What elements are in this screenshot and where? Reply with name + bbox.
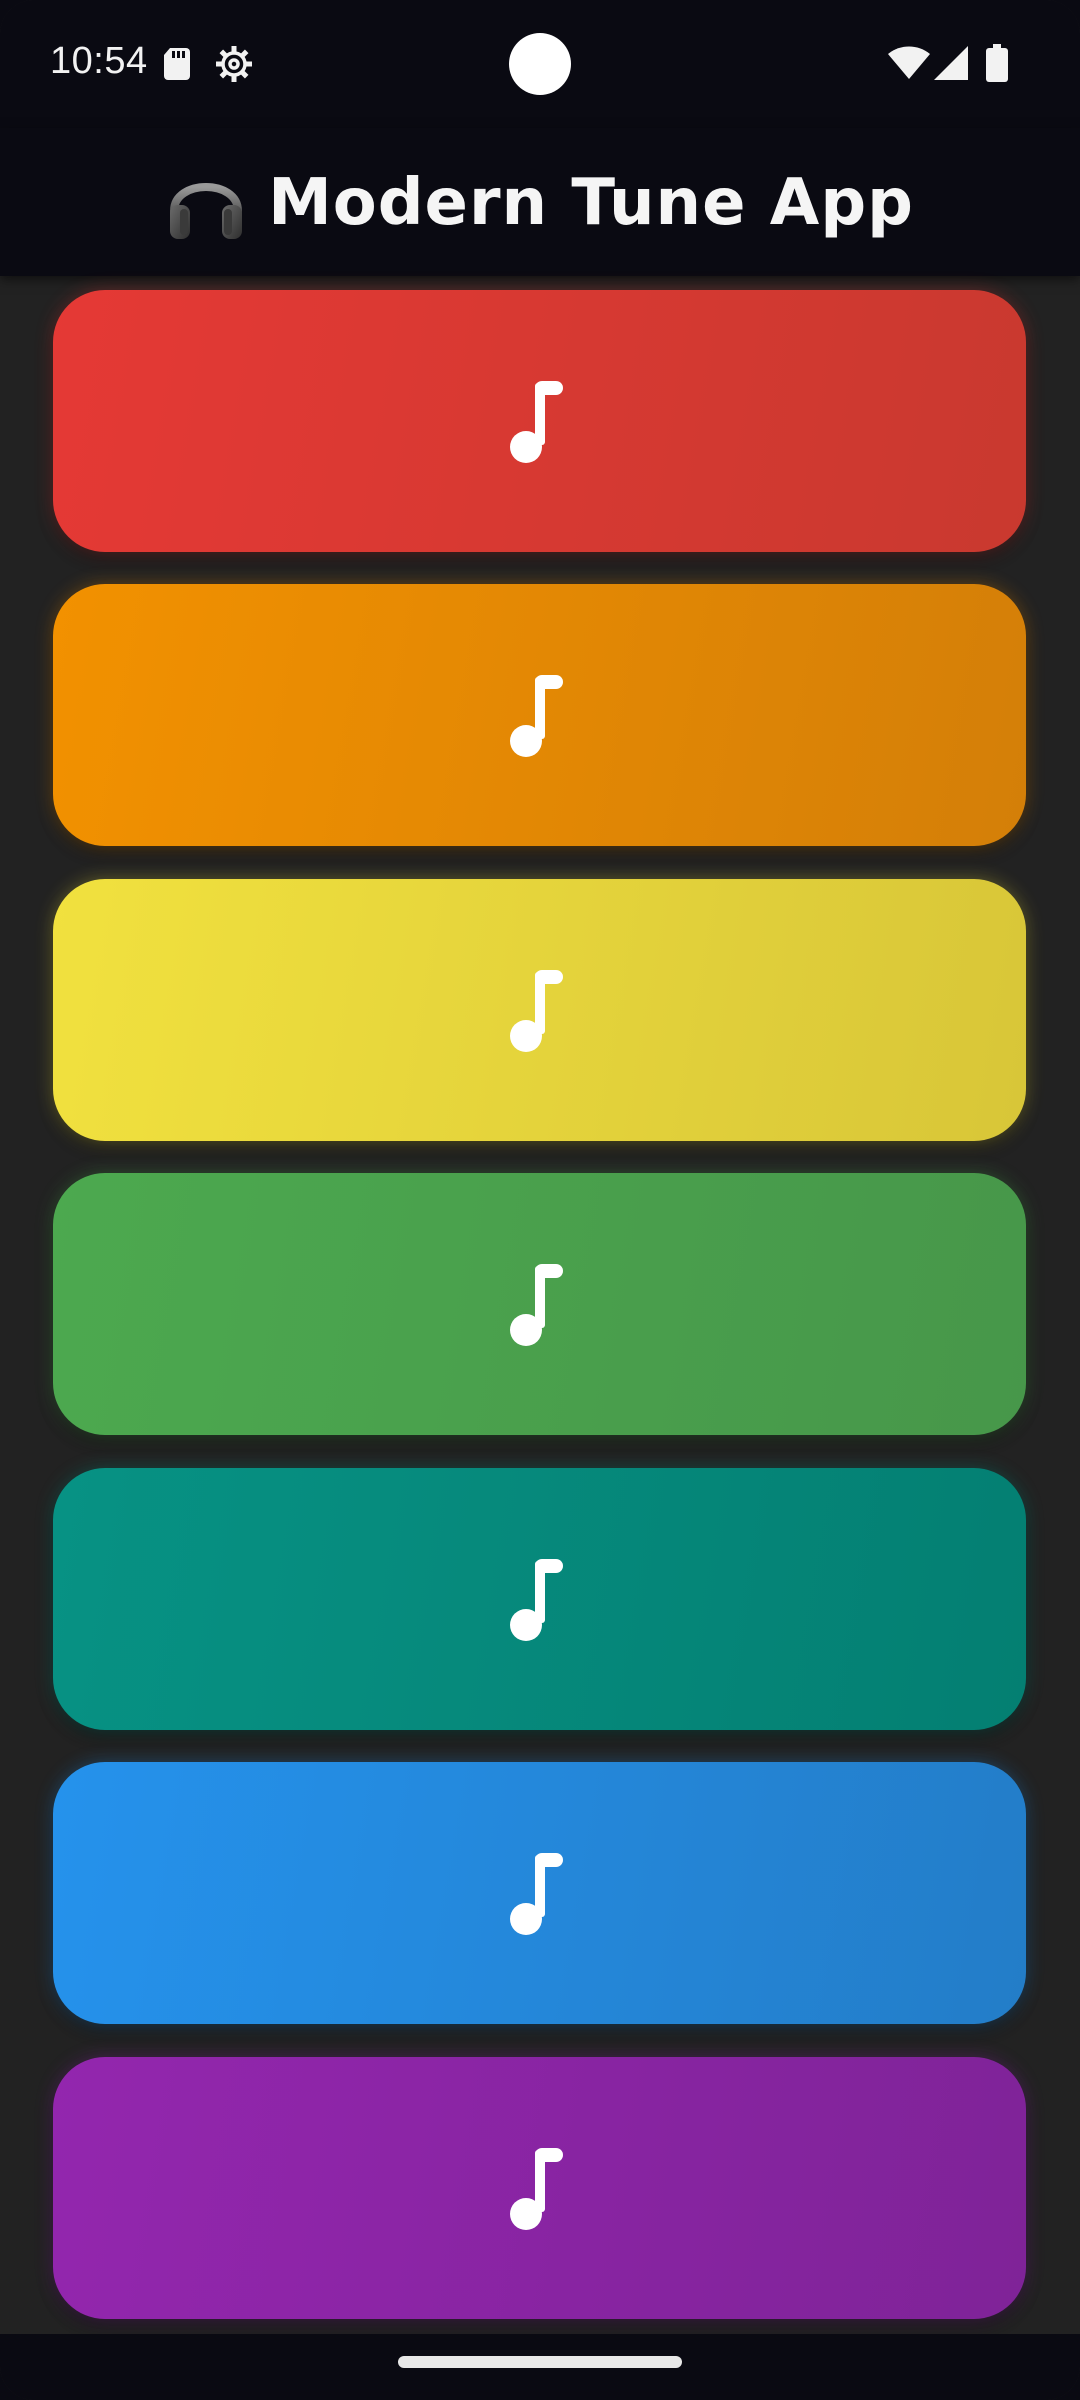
home-gesture-bar[interactable] xyxy=(398,2356,682,2368)
tile-green[interactable] xyxy=(53,1173,1026,1435)
signal-icon xyxy=(934,46,968,80)
music-note-icon xyxy=(509,675,563,757)
music-note-icon xyxy=(509,2148,563,2230)
battery-icon xyxy=(986,44,1008,82)
tile-yellow[interactable] xyxy=(53,879,1026,1141)
bottom-navigation-bar xyxy=(0,2334,1080,2400)
music-note-icon xyxy=(509,1559,563,1641)
camera-cutout xyxy=(509,33,571,95)
tile-teal[interactable] xyxy=(53,1468,1026,1730)
music-note-icon xyxy=(509,381,563,463)
music-note-icon xyxy=(509,1853,563,1935)
app-title-row: Modern Tune App xyxy=(0,158,1080,248)
sd-card-icon xyxy=(164,48,190,80)
music-note-icon xyxy=(509,1264,563,1346)
phone-screen: 10:54 Modern Tune App xyxy=(0,0,1080,2400)
app-title: Modern Tune App xyxy=(268,166,914,240)
status-time: 10:54 xyxy=(50,40,148,82)
gear-icon xyxy=(216,46,252,82)
music-note-icon xyxy=(509,970,563,1052)
status-bar: 10:54 xyxy=(0,0,1080,128)
headphones-icon xyxy=(170,183,243,239)
app-bar: Modern Tune App xyxy=(0,128,1080,276)
tile-red[interactable] xyxy=(53,290,1026,552)
tile-orange[interactable] xyxy=(53,584,1026,846)
tile-blue[interactable] xyxy=(53,1762,1026,2024)
tile-purple[interactable] xyxy=(53,2057,1026,2319)
wifi-icon xyxy=(888,46,930,79)
